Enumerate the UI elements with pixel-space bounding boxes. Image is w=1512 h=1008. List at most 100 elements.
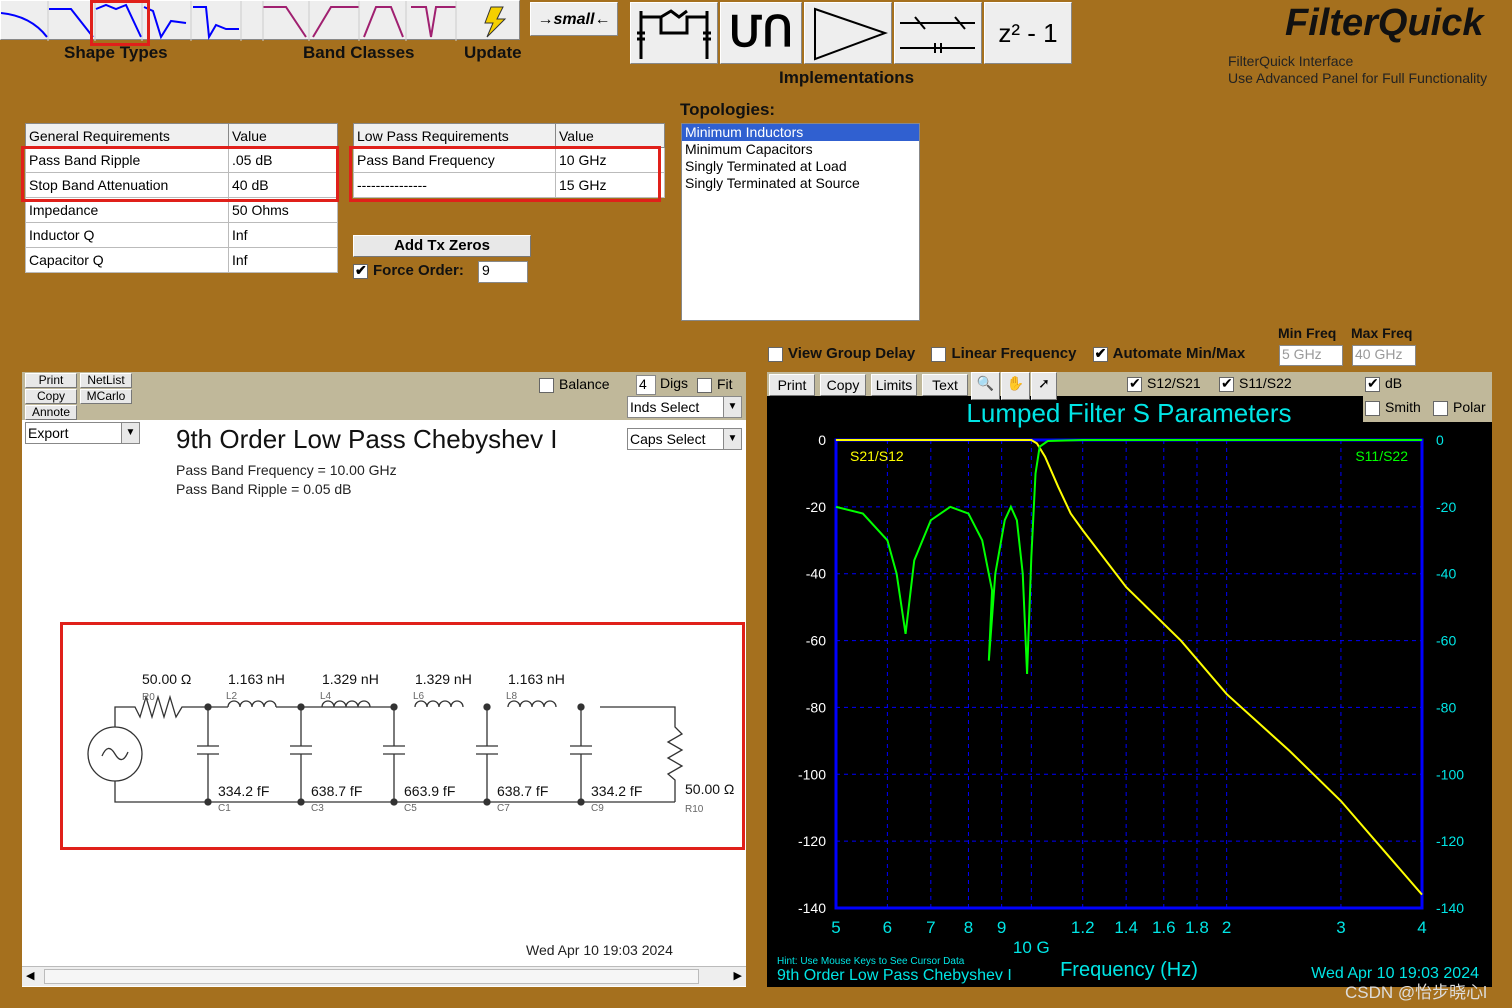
z-transform-button[interactable]: z² - 1	[984, 2, 1072, 64]
plot-options: View Group Delay Linear Frequency Automa…	[768, 345, 1245, 362]
digs-input[interactable]: 4	[636, 375, 656, 395]
db-checkbox[interactable]	[1365, 375, 1380, 392]
table-row[interactable]: Capacitor Q Inf	[25, 247, 338, 273]
cell[interactable]: Inf	[228, 247, 338, 273]
y-tick-right: -20	[1436, 499, 1456, 515]
label: S12/S21	[1147, 375, 1201, 391]
switched-impl-button[interactable]	[894, 2, 982, 64]
schematic-date: Wed Apr 10 19:03 2024	[526, 942, 673, 958]
watermark: CSDN @怡步晓心l	[1345, 983, 1487, 1002]
view-group-delay-checkbox[interactable]	[768, 346, 783, 362]
label: Automate Min/Max	[1112, 345, 1246, 362]
scroll-right-icon[interactable]: ▶	[734, 969, 742, 982]
s12-checkbox[interactable]	[1127, 375, 1142, 392]
capacitor-name: C5	[404, 803, 417, 814]
small-label: small	[553, 11, 595, 28]
shape-types-label: Shape Types	[64, 43, 168, 62]
table-row[interactable]: Inductor Q Inf	[25, 222, 338, 248]
max-freq-input[interactable]: 40 GHz	[1352, 345, 1416, 366]
fit-checkbox[interactable]	[697, 377, 712, 393]
force-order-label: Force Order:	[373, 262, 464, 279]
copy-button[interactable]: Copy	[25, 389, 77, 404]
text-button[interactable]: Text	[922, 374, 968, 396]
x-tick: 4	[1417, 918, 1426, 937]
schematic-line2: Pass Band Ripple = 0.05 dB	[176, 481, 352, 497]
y-tick-left: -140	[798, 900, 826, 916]
cell[interactable]: Inf	[228, 222, 338, 248]
horizontal-scrollbar[interactable]: ◀ ▶	[22, 966, 746, 986]
y-tick-left: -40	[806, 566, 826, 582]
force-order-checkbox[interactable]	[353, 262, 368, 279]
brand-title: FilterQuick	[1285, 2, 1484, 44]
inductor-name: L6	[413, 691, 425, 702]
x-tick: 6	[883, 918, 892, 937]
x-tick: 1.2	[1071, 918, 1095, 937]
r10-value: 50.00 Ω	[685, 781, 734, 797]
junction-dot	[483, 798, 491, 806]
junction-dot	[297, 798, 305, 806]
mcarlo-button[interactable]: MCarlo	[80, 389, 132, 404]
r0-value: 50.00 Ω	[142, 671, 191, 687]
linear-frequency-checkbox[interactable]	[931, 346, 947, 362]
topologies-list[interactable]: Minimum Inductors Minimum Capacitors Sin…	[681, 123, 920, 321]
plot-print-button[interactable]: Print	[769, 374, 815, 396]
col-header: Value	[228, 123, 338, 148]
shape-type-icons[interactable]	[0, 1, 521, 41]
junction-dot	[297, 703, 305, 711]
label: Linear Frequency	[951, 345, 1077, 362]
s11-toggle: S11/S22	[1219, 375, 1292, 392]
distributed-impl-button[interactable]: ՄՈ	[720, 2, 802, 64]
y-tick-left: -80	[806, 699, 826, 715]
y-tick-right: -120	[1436, 833, 1464, 849]
cell: Capacitor Q	[25, 247, 229, 273]
active-impl-button[interactable]	[804, 2, 892, 64]
caps-select[interactable]: Caps Select ▼	[627, 428, 742, 450]
topology-item[interactable]: Singly Terminated at Load	[682, 158, 919, 175]
small-button[interactable]: →small←	[530, 2, 618, 36]
add-tx-zeros-button[interactable]: Add Tx Zeros	[353, 235, 531, 257]
lumped-impl-button[interactable]	[630, 2, 718, 64]
netlist-button[interactable]: NetList	[80, 373, 132, 388]
automate-checkbox[interactable]	[1092, 345, 1108, 362]
series-line-s21-s12	[836, 439, 1423, 896]
topology-item[interactable]: Minimum Capacitors	[682, 141, 919, 158]
implementations-toolbar: ՄՈ z² - 1	[630, 2, 1072, 64]
topology-item[interactable]: Minimum Inductors	[682, 124, 919, 141]
s-parameter-chart[interactable]: Lumped Filter S Parameters 0 0 -20 -20 -40 -40…	[767, 396, 1492, 987]
y-tick-left: -120	[798, 833, 826, 849]
plot-copy-button[interactable]: Copy	[820, 374, 866, 396]
inductor-name: L2	[226, 691, 238, 702]
scroll-left-icon[interactable]: ◀	[26, 969, 34, 982]
junction-dot	[204, 703, 212, 711]
balance-checkbox[interactable]	[539, 377, 554, 393]
limits-button[interactable]: Limits	[871, 374, 917, 396]
capacitor-value: 663.9 fF	[404, 783, 455, 799]
brand-line1: FilterQuick Interface	[1228, 53, 1354, 69]
col-header: Low Pass Requirements	[353, 123, 556, 148]
inductor-name: L8	[506, 691, 518, 702]
topology-item[interactable]: Singly Terminated at Source	[682, 175, 919, 192]
topologies-label: Topologies:	[680, 100, 776, 119]
export-select[interactable]: Export ▼	[25, 422, 140, 444]
inductor-value: 1.163 nH	[228, 671, 285, 687]
label: Fit	[717, 376, 733, 392]
force-order-spinner[interactable]: 9	[478, 261, 528, 283]
force-order: Force Order:	[353, 262, 464, 279]
inds-select[interactable]: Inds Select ▼	[627, 396, 742, 418]
selected-shape-highlight	[90, 0, 150, 46]
label: View Group Delay	[788, 345, 916, 362]
col-header: Value	[555, 123, 665, 148]
chevron-down-icon: ▼	[723, 429, 741, 449]
inductor-name: L4	[320, 691, 332, 702]
balance: Balance	[539, 376, 610, 393]
x-tick: 9	[997, 918, 1006, 937]
print-button[interactable]: Print	[25, 373, 77, 388]
x-tick: 5	[831, 918, 840, 937]
min-freq-input[interactable]: 5 GHz	[1279, 345, 1343, 366]
digs-label: Digs	[660, 375, 689, 391]
inductor-value: 1.329 nH	[322, 671, 379, 687]
implementations-label: Implementations	[779, 68, 915, 87]
annote-button[interactable]: Annote	[25, 405, 77, 420]
scroll-thumb[interactable]	[44, 969, 699, 984]
s11-checkbox[interactable]	[1219, 375, 1234, 392]
